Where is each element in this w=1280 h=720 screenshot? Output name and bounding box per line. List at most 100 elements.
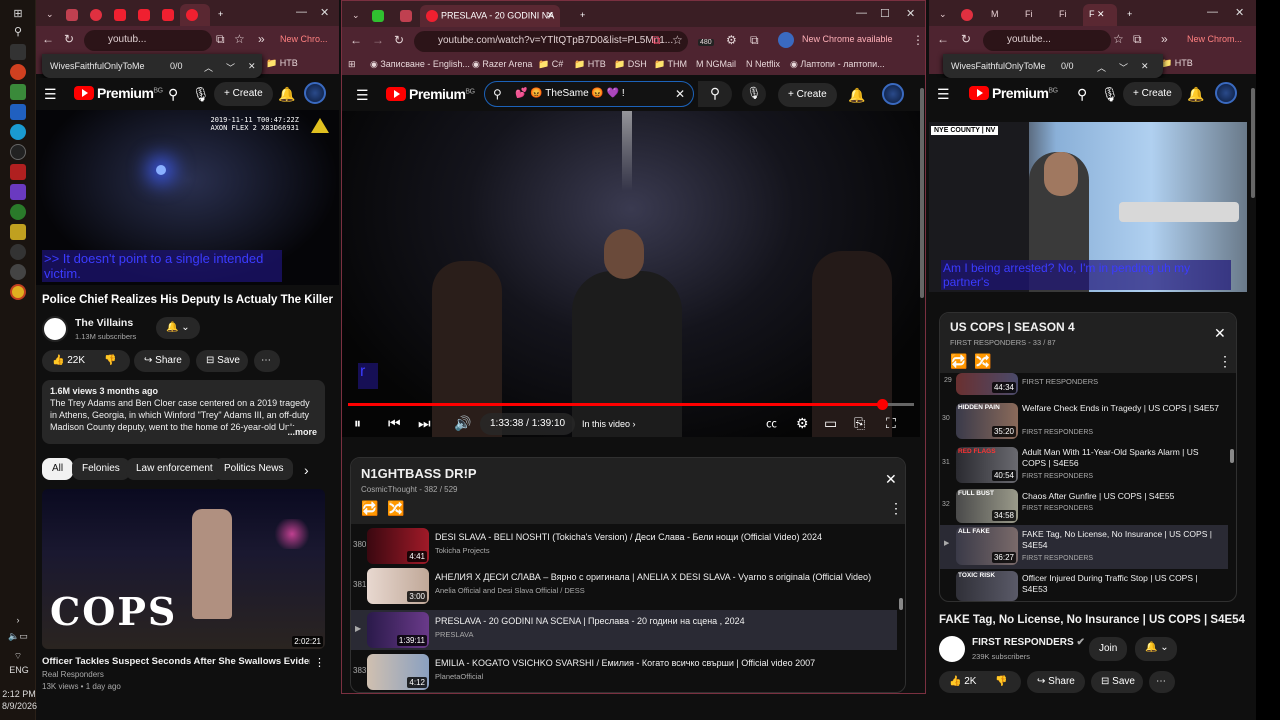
notifications-bell-icon[interactable]: 🔔 — [848, 87, 865, 104]
back-icon[interactable]: ← — [42, 32, 54, 46]
playlist-menu-icon[interactable]: ⋮ — [889, 500, 903, 517]
address-bar[interactable]: youtube.com/watch?v=YTltQTpB7D0&list=PL5… — [414, 31, 688, 52]
notifications-bell-icon[interactable]: 🔔 — [278, 86, 295, 103]
chips-next-icon[interactable]: › — [304, 462, 309, 478]
extension-icon-2[interactable]: ⚙ — [726, 33, 737, 47]
share-button[interactable]: ↪ Share — [134, 350, 190, 372]
task-view-icon[interactable] — [10, 44, 26, 60]
clock-date[interactable]: 8/9/2026 — [2, 700, 37, 712]
recommended-thumbnail[interactable]: COPS 2:02:21 — [42, 489, 325, 649]
item-thumbnail[interactable]: RED FLAGS 40:54 — [956, 447, 1018, 483]
channel-avatar[interactable] — [42, 316, 68, 342]
find-next-icon[interactable]: ﹀ — [1119, 61, 1128, 74]
find-prev-icon[interactable]: ︿ — [1097, 61, 1106, 74]
bookmark-star-icon[interactable]: ☆ — [672, 33, 683, 47]
description-box[interactable]: 1.6M views 3 months ago The Trey Adams a… — [42, 380, 325, 444]
tab-menu-icon[interactable]: ⌄ — [346, 5, 360, 27]
volume-icon[interactable]: 🔊 — [454, 415, 471, 432]
next-icon[interactable]: ⏭ — [418, 415, 431, 432]
playlist-menu-icon[interactable]: ⋮ — [1218, 353, 1232, 370]
find-input[interactable]: WivesFaithfulOnlyToMe — [951, 61, 1046, 71]
extensions-icon[interactable]: ⧉ — [1133, 32, 1142, 47]
bookmark-8[interactable]: N Netflix — [746, 59, 780, 69]
avatar[interactable] — [882, 83, 904, 105]
tab-4[interactable]: Fi — [1053, 4, 1077, 26]
item-thumbnail[interactable]: 1:39:11 — [367, 612, 429, 648]
wifi-icon[interactable]: ⌔ — [10, 648, 26, 664]
more-actions-icon[interactable]: ⋯ — [1149, 671, 1175, 693]
playlist-item[interactable]: 32 FULL BUST 34:58 Chaos After Gunfire | … — [940, 489, 1230, 525]
new-tab-button[interactable]: + — [574, 5, 590, 27]
search-icon[interactable]: ⚲ — [10, 24, 26, 40]
tab-menu-icon[interactable]: ⌄ — [933, 4, 947, 26]
bookmark-htb[interactable]: 📁 HTB — [266, 58, 298, 69]
minimize-icon[interactable]: — — [296, 6, 307, 18]
minimize-icon[interactable]: — — [856, 7, 867, 19]
like-count[interactable]: 2K — [964, 676, 976, 687]
onenote-icon[interactable] — [10, 184, 26, 200]
shuffle-icon[interactable]: 🔀 — [387, 500, 404, 517]
bookmark-star-icon[interactable]: ☆ — [1113, 32, 1124, 46]
reload-icon[interactable]: ↻ — [961, 32, 971, 46]
extension-icon[interactable]: ⧉ — [216, 32, 225, 47]
channel-avatar[interactable] — [939, 636, 965, 662]
fullscreen-icon[interactable]: ⛶ — [886, 415, 896, 432]
playlist-scrollbar[interactable] — [1230, 449, 1234, 463]
avatar[interactable] — [1215, 82, 1237, 104]
search-box[interactable]: ⚲ 💕 😡 TheSame 😡 💜 ! ✕ — [484, 81, 694, 107]
create-button[interactable]: + Create — [1123, 82, 1182, 106]
recommended-title[interactable]: Officer Tackles Suspect Seconds After Sh… — [42, 656, 310, 667]
settings-gear-icon[interactable]: ⚙ — [796, 415, 809, 432]
reload-icon[interactable]: ↻ — [394, 33, 404, 47]
video-player[interactable]: r ⏸ ⏮ ⏭ 🔊 1:33:38 / 1:39:10 In this vide… — [342, 111, 920, 437]
hamburger-menu-icon[interactable]: ☰ — [937, 86, 950, 103]
minimize-icon[interactable]: — — [1207, 6, 1218, 18]
playlist-item-current[interactable]: ▶ 1:39:11 PRESLAVA - 20 GODINI NA SCENA … — [351, 610, 897, 650]
tab-active[interactable]: F ✕ — [1083, 4, 1117, 26]
language-indicator[interactable]: ENG — [2, 664, 36, 676]
profile-icon[interactable] — [778, 32, 794, 48]
dislike-icon[interactable]: 👎 — [995, 676, 1007, 687]
tab-4[interactable] — [132, 4, 152, 26]
bookmark-star-icon[interactable]: ☆ — [234, 32, 245, 46]
playlist-item[interactable]: 380 4:41 DESI SLAVA - BELI NOSHTI (Tokic… — [351, 526, 897, 566]
search-submit-button[interactable]: ⚲ — [698, 81, 732, 107]
pause-icon[interactable]: ⏸ — [354, 415, 361, 432]
find-close-icon[interactable]: ✕ — [1141, 61, 1149, 72]
item-title[interactable]: Chaos After Gunfire | US COPS | S4E55 — [1022, 491, 1222, 502]
address-bar[interactable]: youtub... — [84, 30, 212, 51]
item-thumbnail[interactable]: HIDDEN PAIN 35:20 — [956, 403, 1018, 439]
chip-politics-news[interactable]: Politics News — [214, 458, 294, 480]
cast-icon[interactable]: ⎘ — [854, 415, 865, 432]
playlist-item-current[interactable]: ▶ ALL FAKE 36:27 FAKE Tag, No License, No… — [940, 525, 1228, 569]
share-button[interactable]: ↪ Share — [1027, 671, 1085, 693]
subscribed-bell-button[interactable]: 🔔 ⌄ — [1135, 637, 1177, 661]
youtube-logo[interactable]: PremiumBG — [74, 85, 163, 101]
bookmark-1[interactable]: ◉ Записване - English... — [370, 59, 470, 70]
search-input[interactable]: 💕 😡 TheSame 😡 💜 ! — [515, 88, 625, 99]
create-button[interactable]: + Create — [214, 82, 273, 106]
tab-2[interactable]: M — [985, 4, 1005, 26]
app-icon-6[interactable] — [10, 204, 26, 220]
new-tab-button[interactable]: + — [1121, 4, 1137, 26]
item-thumbnail[interactable]: 44:34 — [956, 373, 1018, 395]
app-icon-2[interactable] — [10, 84, 26, 100]
new-chrome-button[interactable]: New Chrome available — [802, 34, 893, 44]
item-title[interactable]: FAKE Tag, No License, No Insurance | US … — [1022, 529, 1222, 551]
video-player[interactable]: 2019-11-11 T00:47:22Z AXON FLEX 2 X83D66… — [36, 110, 339, 285]
hamburger-menu-icon[interactable]: ☰ — [356, 87, 369, 104]
bookmark-2[interactable]: ◉ Razer Arena — [472, 59, 532, 70]
save-button[interactable]: ⊟ Save — [196, 350, 248, 372]
microphone-icon[interactable]: 🎙 — [192, 86, 210, 103]
close-window-icon[interactable]: ✕ — [906, 7, 915, 20]
item-thumbnail[interactable]: 4:41 — [367, 528, 429, 564]
search-icon[interactable]: ⚲ — [1077, 86, 1087, 103]
loop-icon[interactable]: 🔁 — [361, 500, 378, 517]
playlist-title[interactable]: N1GHTBASS DR!P — [361, 466, 477, 481]
new-chrome-button[interactable]: New Chrom... — [1187, 34, 1242, 44]
edge-icon[interactable] — [10, 124, 26, 140]
page-scrollbar[interactable] — [920, 88, 924, 298]
new-tab-button[interactable]: + — [212, 4, 228, 26]
app-icon-1[interactable] — [10, 64, 26, 80]
app-icon-7[interactable] — [10, 224, 26, 240]
